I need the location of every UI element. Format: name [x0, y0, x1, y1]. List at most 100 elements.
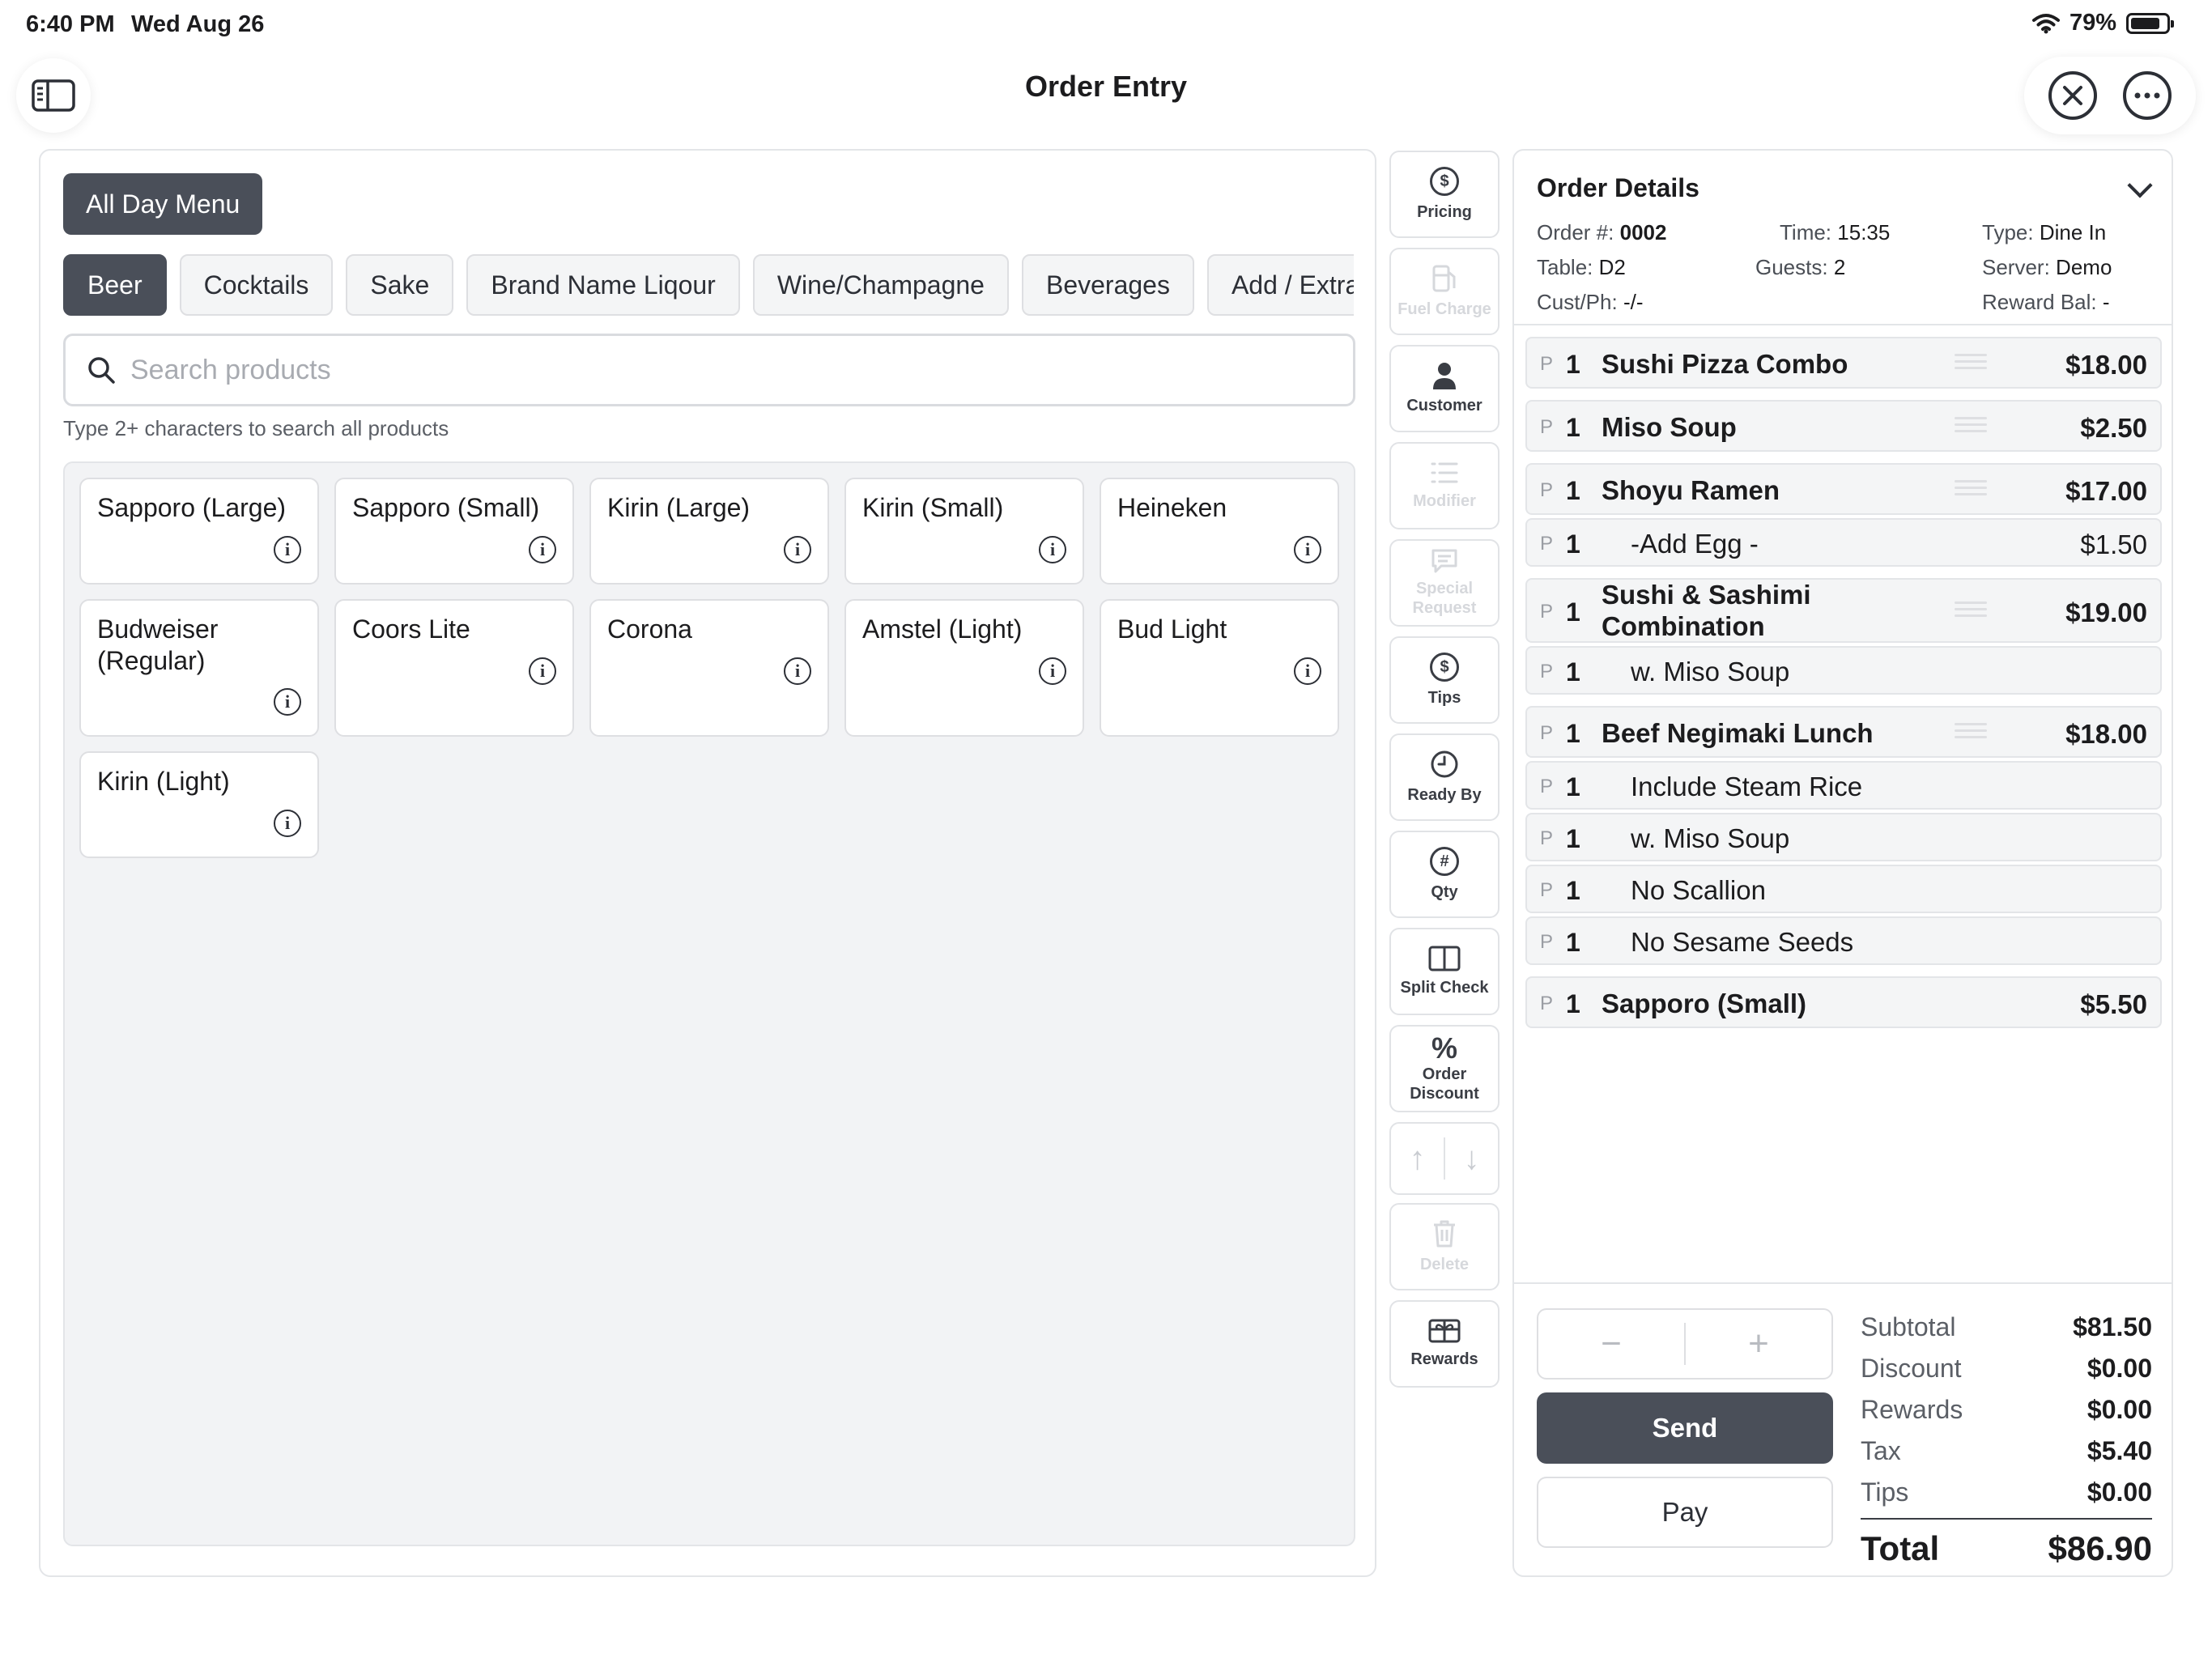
menu-selector-button[interactable]: All Day Menu	[63, 173, 263, 235]
order-number: Order #: 0002	[1537, 220, 1747, 245]
pay-button[interactable]: Pay	[1537, 1477, 1833, 1548]
product-card[interactable]: Coors Lite i	[334, 599, 574, 737]
split-check-button[interactable]: Split Check	[1389, 928, 1499, 1015]
battery-icon	[2126, 12, 2174, 34]
item-name: -Add Egg -	[1631, 529, 1759, 559]
info-icon[interactable]: i	[1039, 536, 1066, 563]
product-name: Kirin (Small)	[862, 493, 1004, 522]
order-customer-label: Cust/Ph:	[1537, 290, 1618, 314]
order-details-title: Order Details	[1537, 173, 1699, 202]
pricing-button[interactable]: $ Pricing	[1389, 151, 1499, 238]
info-icon[interactable]: i	[529, 536, 556, 563]
order-server-label: Server:	[1982, 255, 2050, 279]
order-item-row[interactable]: P 1 Sapporo (Small) $5.50	[1525, 976, 2162, 1028]
chevron-down-icon[interactable]	[2127, 172, 2153, 198]
order-type-label: Type:	[1982, 220, 2034, 244]
totals-summary: Subtotal $81.50 Discount $0.00 Rewards $0.0…	[1861, 1307, 2152, 1573]
category-tab-brand-name-liquor[interactable]: Brand Name Liqour	[466, 254, 740, 316]
category-tab-beverages[interactable]: Beverages	[1021, 254, 1194, 316]
arrow-up-icon[interactable]: ↑	[1410, 1139, 1426, 1178]
search-icon	[88, 357, 115, 384]
item-name: Include Steam Rice	[1631, 772, 1863, 801]
product-card[interactable]: Budweiser (Regular) i	[79, 599, 319, 737]
order-details-panel: Order Details Order #: 0002 Time: 15:35 …	[1512, 149, 2173, 1577]
product-card[interactable]: Amstel (Light) i	[844, 599, 1084, 737]
fuel-charge-button[interactable]: Fuel Charge	[1389, 248, 1499, 335]
product-card[interactable]: Kirin (Small) i	[844, 478, 1084, 585]
subtotal-row: Subtotal $81.50	[1861, 1307, 2152, 1348]
search-box	[63, 334, 1355, 406]
divider	[1514, 1282, 2172, 1284]
tips-icon: $	[1430, 653, 1459, 682]
tips-label: Tips	[1427, 689, 1461, 707]
order-item-row[interactable]: P 1 Sushi & Sashimi Combination Lunch $1…	[1525, 578, 2162, 672]
product-card[interactable]: Bud Light i	[1100, 599, 1339, 737]
category-tab-beer[interactable]: Beer	[63, 254, 167, 316]
product-card[interactable]: Sapporo (Small) i	[334, 478, 574, 585]
arrow-down-icon[interactable]: ↓	[1464, 1139, 1480, 1178]
send-button[interactable]: Send	[1537, 1392, 1833, 1464]
product-name: Heineken	[1117, 493, 1227, 522]
decrement-button[interactable]: −	[1538, 1326, 1684, 1362]
nav-actions	[2024, 57, 2196, 134]
pricing-label: Pricing	[1417, 203, 1472, 221]
ready-by-button[interactable]: Ready By	[1389, 733, 1499, 821]
order-modifier-row[interactable]: P 1 No Scallion	[1525, 865, 2162, 913]
product-card[interactable]: Sapporo (Large) i	[79, 478, 319, 585]
increment-button[interactable]: +	[1686, 1326, 1831, 1362]
fuel-charge-label: Fuel Charge	[1397, 300, 1491, 318]
info-icon[interactable]: i	[784, 657, 811, 685]
more-icon[interactable]	[2123, 71, 2172, 120]
search-input[interactable]	[130, 354, 1353, 386]
modifier-button[interactable]: Modifier	[1389, 442, 1499, 529]
info-icon[interactable]: i	[1294, 536, 1321, 563]
special-request-button[interactable]: Special Request	[1389, 539, 1499, 627]
order-item-row[interactable]: P 1 Shoyu Ramen $17.00	[1525, 463, 2162, 515]
order-guests: Guests: 2	[1747, 255, 1950, 280]
product-card[interactable]: Kirin (Large) i	[589, 478, 829, 585]
info-icon[interactable]: i	[1039, 657, 1066, 685]
divider	[1861, 1518, 2152, 1520]
product-card[interactable]: Heineken i	[1100, 478, 1339, 585]
order-time-label: Time:	[1780, 220, 1832, 244]
order-modifier-row[interactable]: P 1 Include Steam Rice	[1525, 761, 2162, 810]
order-item-row[interactable]: P 1 Miso Soup $2.50	[1525, 400, 2162, 452]
rewards-value: $0.00	[2087, 1395, 2152, 1424]
product-name: Amstel (Light)	[862, 614, 1023, 644]
order-modifier-row[interactable]: P 1 w. Miso Soup	[1525, 813, 2162, 861]
product-card[interactable]: Corona i	[589, 599, 829, 737]
item-status: P	[1540, 722, 1554, 744]
delete-button[interactable]: Delete	[1389, 1203, 1499, 1290]
info-icon[interactable]: i	[529, 657, 556, 685]
customer-button[interactable]: Customer	[1389, 345, 1499, 432]
order-discount-button[interactable]: % Order Discount	[1389, 1025, 1499, 1112]
order-time: Time: 15:35	[1747, 220, 1950, 245]
order-item-row[interactable]: P 1 Sushi Pizza Combo $18.00	[1525, 337, 2162, 389]
order-guests-value: 2	[1833, 255, 1846, 279]
page-title: Order Entry	[1024, 70, 1188, 103]
info-icon[interactable]: i	[274, 810, 301, 837]
order-modifier-row[interactable]: P 1 w. Miso Soup	[1525, 646, 2162, 695]
category-tab-cocktails[interactable]: Cocktails	[179, 254, 334, 316]
info-icon[interactable]: i	[274, 536, 301, 563]
info-icon[interactable]: i	[274, 688, 301, 716]
category-tab-wine-champagne[interactable]: Wine/Champagne	[752, 254, 1009, 316]
order-item-row[interactable]: P 1 Beef Negimaki Lunch $18.00	[1525, 706, 2162, 758]
category-tab-sake[interactable]: Sake	[346, 254, 454, 316]
tips-button[interactable]: $ Tips	[1389, 636, 1499, 724]
order-modifier-row[interactable]: P 1 No Sesame Seeds	[1525, 916, 2162, 965]
total-row: Total $86.90	[1861, 1524, 2152, 1573]
tax-row: Tax $5.40	[1861, 1431, 2152, 1472]
category-tab-add-extra[interactable]: Add / Extra	[1206, 254, 1354, 316]
rewards-button[interactable]: Rewards	[1389, 1300, 1499, 1388]
order-server-value: Demo	[2056, 255, 2112, 279]
order-modifier-row[interactable]: P 1 -Add Egg - $1.50	[1525, 518, 2162, 567]
adjust-icon	[1955, 719, 1987, 743]
info-icon[interactable]: i	[784, 536, 811, 563]
status-bar: 6:40 PM Wed Aug 26 79%	[0, 0, 2212, 52]
qty-button[interactable]: # Qty	[1389, 831, 1499, 918]
product-card[interactable]: Kirin (Light) i	[79, 751, 319, 858]
info-icon[interactable]: i	[1294, 657, 1321, 685]
close-icon[interactable]	[2048, 71, 2097, 120]
person-icon	[1433, 363, 1456, 389]
